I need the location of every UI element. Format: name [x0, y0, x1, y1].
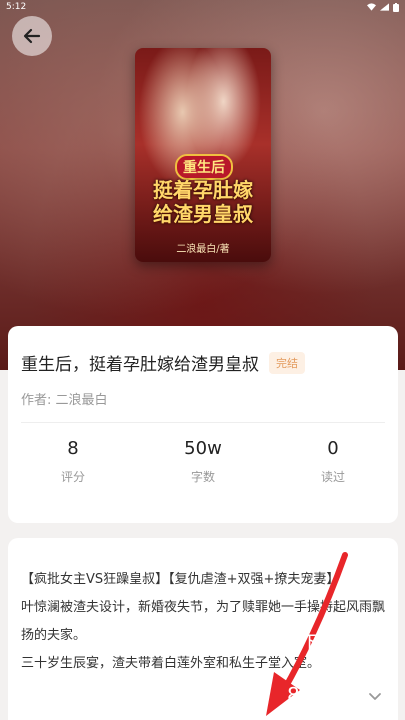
back-button[interactable] — [12, 16, 52, 56]
book-cover[interactable]: 重生后 挺着孕肚嫁 给渣男皇叔 二浪最白/著 — [135, 48, 271, 262]
status-badge: 完结 — [269, 351, 305, 374]
intro-text: 【疯批女主VS狂躁皇叔】【复仇虐渣+双强+撩夫宠妻】 叶惊澜被渣夫设计，新婚夜失… — [21, 566, 389, 678]
intro-paragraph-1: 叶惊澜被渣夫设计，新婚夜失节，为了赎罪她一手操持起风雨飘扬的夫家。 — [21, 600, 386, 643]
stat-rating: 8 评分 — [8, 438, 138, 485]
author-link[interactable]: 作者: 二浪最白 — [21, 389, 108, 408]
cover-author: 二浪最白/著 — [176, 244, 230, 255]
wifi-icon — [367, 2, 376, 11]
stat-label: 评分 — [60, 470, 85, 484]
stat-label: 字数 — [190, 470, 215, 484]
chevron-down-icon[interactable] — [366, 687, 384, 705]
signal-icon — [380, 2, 389, 11]
stats-row: 8 评分 50w 字数 0 读过 — [8, 438, 398, 485]
intro-card: 【疯批女主VS狂躁皇叔】【复仇虐渣+双强+撩夫宠妻】 叶惊澜被渣夫设计，新婚夜失… — [8, 538, 398, 720]
title-row: 重生后，挺着孕肚嫁给渣男皇叔 完结 — [21, 350, 305, 375]
battery-icon — [393, 2, 399, 12]
intro-tags: 【疯批女主VS狂躁皇叔】【复仇虐渣+双强+撩夫宠妻】 — [21, 572, 340, 587]
book-title: 重生后，挺着孕肚嫁给渣男皇叔 — [21, 355, 259, 375]
book-info-card: 重生后，挺着孕肚嫁给渣男皇叔 完结 作者: 二浪最白 8 评分 50w 字数 0… — [8, 326, 398, 523]
cover-title-line1: 挺着孕肚嫁 — [153, 178, 253, 202]
stat-value: 8 — [67, 438, 79, 459]
stat-word-count: 50w 字数 — [138, 438, 268, 485]
stat-read-count: 0 读过 — [268, 438, 398, 485]
cover-title: 挺着孕肚嫁 给渣男皇叔 — [135, 178, 271, 226]
stat-label: 读过 — [320, 470, 345, 484]
status-time: 5:12 — [6, 2, 27, 12]
stat-value: 0 — [327, 438, 339, 459]
cover-title-line2: 给渣男皇叔 — [153, 202, 253, 226]
stat-value: 50w — [184, 438, 222, 459]
status-bar: 5:12 — [0, 0, 405, 14]
arrow-left-icon — [23, 28, 41, 44]
intro-paragraph-2: 三十岁生辰宴，渣夫带着白莲外室和私生子堂入室。 — [21, 656, 321, 671]
divider — [21, 422, 385, 423]
cover-badge: 重生后 — [175, 154, 233, 180]
